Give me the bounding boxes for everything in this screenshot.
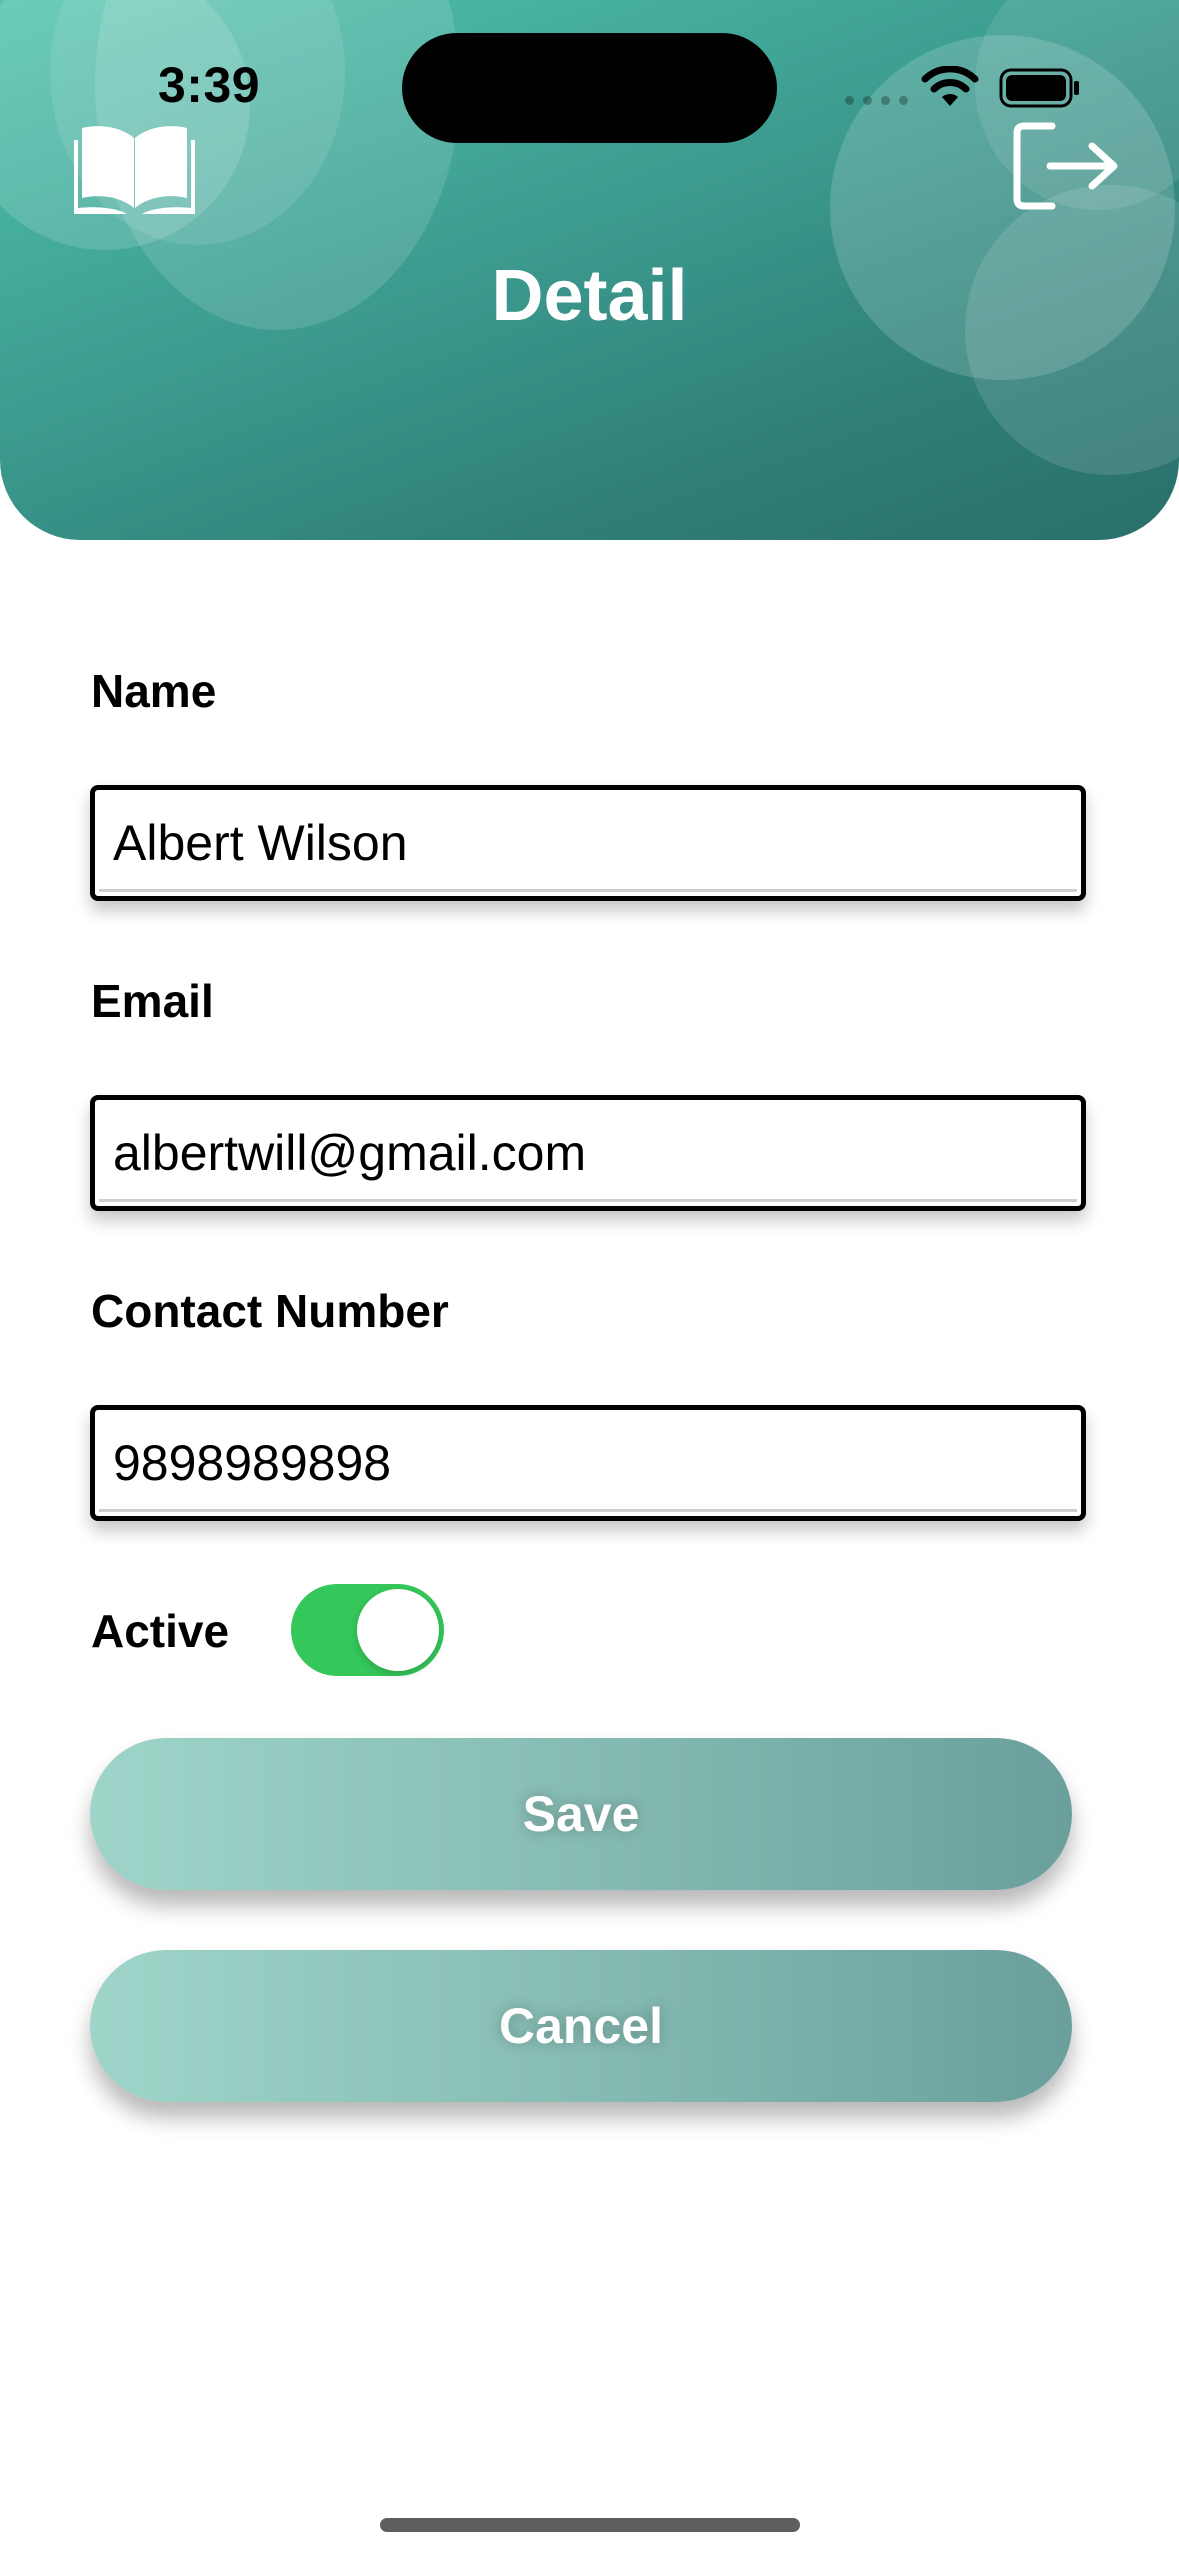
- toggle-knob: [357, 1589, 439, 1671]
- email-label: Email: [91, 975, 214, 1027]
- active-toggle[interactable]: [291, 1584, 444, 1676]
- dynamic-island: [402, 33, 777, 143]
- home-indicator[interactable]: [380, 2518, 800, 2532]
- name-label: Name: [91, 665, 217, 717]
- contact-number-value: 9898989898: [113, 1435, 392, 1491]
- cancel-button[interactable]: Cancel: [90, 1950, 1072, 2102]
- save-button[interactable]: Save: [90, 1738, 1072, 1890]
- contact-number-label: Contact Number: [91, 1285, 449, 1337]
- battery-icon: [999, 68, 1079, 108]
- name-value: Albert Wilson: [113, 815, 408, 871]
- book-icon[interactable]: [72, 118, 197, 218]
- save-button-label: Save: [522, 1786, 640, 1842]
- header: 3:39 Detail: [0, 0, 1179, 540]
- email-value: albertwill@gmail.com: [113, 1125, 587, 1181]
- status-time: 3:39: [158, 57, 261, 113]
- contact-number-field[interactable]: 9898989898: [90, 1405, 1086, 1521]
- cancel-button-label: Cancel: [499, 1998, 663, 2054]
- name-field[interactable]: Albert Wilson: [90, 785, 1086, 901]
- page-title: Detail: [491, 256, 688, 336]
- active-label: Active: [91, 1605, 230, 1657]
- logout-icon[interactable]: [1012, 120, 1122, 212]
- wifi-icon: [921, 66, 979, 106]
- cellular-signal-icon: [845, 96, 908, 105]
- email-field[interactable]: albertwill@gmail.com: [90, 1095, 1086, 1211]
